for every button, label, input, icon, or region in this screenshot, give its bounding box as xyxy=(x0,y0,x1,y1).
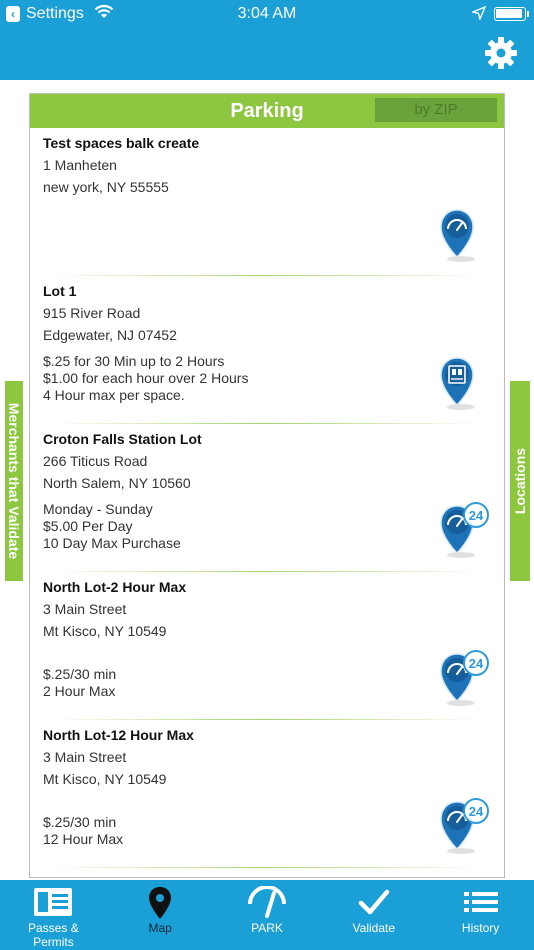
parking-panel: Parking by ZIP Test spaces balk create 1 … xyxy=(29,93,505,878)
location-rate-line: $.25/30 min xyxy=(43,666,117,682)
pay-station-marker-icon-graphic xyxy=(440,357,475,410)
location-city: Mt Kisco, NY 10549 xyxy=(43,623,167,639)
location-rate-line: 2 Hour Max xyxy=(43,683,116,699)
location-city: new york, NY 55555 xyxy=(43,179,169,195)
tab-park-label: PARK xyxy=(251,921,283,935)
location-name: North Lot-12 Hour Max xyxy=(43,727,194,743)
locations-side-tab[interactable]: Locations xyxy=(510,381,530,581)
tab-validate[interactable]: Validate xyxy=(320,880,427,950)
location-rate-line: $5.00 Per Day xyxy=(43,518,133,534)
list-icon xyxy=(463,892,498,912)
location-rate-line: 12 Hour Max xyxy=(43,831,124,847)
tab-map-label: Map xyxy=(148,921,172,935)
location-address: 3 Main Street xyxy=(43,601,127,617)
tab-history-label: History xyxy=(461,921,500,935)
tab-history[interactable]: History xyxy=(427,880,534,950)
location-name: Test spaces balk create xyxy=(43,135,200,151)
tab-passes-label-text: Passes & Permits xyxy=(28,921,79,949)
location-city: North Salem, NY 10560 xyxy=(43,475,191,491)
tab-park[interactable]: PARK xyxy=(214,880,321,950)
merchants-side-tab[interactable]: Merchants that Validate xyxy=(5,381,23,581)
location-address: 3 Main Street xyxy=(43,749,127,765)
location-arrow-icon xyxy=(472,6,486,20)
gauge-marker-icon-graphic xyxy=(440,209,475,262)
status-bar: ‹ Settings 3:04 AM xyxy=(0,0,534,28)
location-rate-line: $1.00 for each hour over 2 Hours xyxy=(43,370,249,386)
gauge-24-marker-icon-graphic: 24 xyxy=(440,650,489,706)
location-rate-line: Monday - Sunday xyxy=(43,501,153,517)
status-time: 3:04 AM xyxy=(237,5,297,22)
location-entry[interactable]: North Lot-12 Hour Max 3 Main Street Mt Kis… xyxy=(30,720,504,868)
gauge-24-marker-icon-graphic: 24 xyxy=(440,798,489,854)
location-list: Test spaces balk create 1 Manheten new yor… xyxy=(30,128,504,868)
location-rate-line: 4 Hour max per space. xyxy=(43,387,185,403)
gauge-24-marker-icon[interactable]: 24 xyxy=(437,501,497,561)
gauge-24-marker-icon[interactable]: 24 xyxy=(437,649,497,709)
top-bar: ‹ Settings 3:04 AM xyxy=(0,0,534,80)
tab-passes-label: Passes & Permits xyxy=(0,921,107,949)
locations-side-tab-label: Locations xyxy=(512,447,528,515)
by-zip-button[interactable]: by ZIP xyxy=(375,98,497,122)
gauge-24-marker-icon-graphic: 24 xyxy=(440,502,489,558)
merchants-side-tab-label: Merchants that Validate xyxy=(6,402,22,560)
svg-text:24: 24 xyxy=(469,804,484,819)
park-gauge-icon xyxy=(247,886,286,918)
svg-text:24: 24 xyxy=(469,656,484,671)
gauge-24-marker-icon[interactable]: 24 xyxy=(437,797,497,857)
location-entry[interactable]: North Lot-2 Hour Max 3 Main Street Mt Kisc… xyxy=(30,572,504,720)
location-entry[interactable]: Croton Falls Station Lot 266 Titicus Road… xyxy=(30,424,504,572)
svg-text:24: 24 xyxy=(469,508,484,523)
location-address: 266 Titicus Road xyxy=(43,453,148,469)
tab-validate-label: Validate xyxy=(352,921,396,935)
location-address: 915 River Road xyxy=(43,305,141,321)
bottom-tab-bar: Passes & Permits Map PARK Validate Histo… xyxy=(0,880,534,950)
location-city: Mt Kisco, NY 10549 xyxy=(43,771,167,787)
location-name: North Lot-2 Hour Max xyxy=(43,579,187,595)
pay-station-marker-icon[interactable] xyxy=(437,353,497,413)
battery-icon xyxy=(494,7,526,21)
location-city: Edgewater, NJ 07452 xyxy=(43,327,177,343)
battery-tip xyxy=(527,11,529,17)
panel-header: Parking by ZIP xyxy=(30,94,504,128)
location-rate-line: 10 Day Max Purchase xyxy=(43,535,181,551)
location-entry[interactable]: Test spaces balk create 1 Manheten new yor… xyxy=(30,128,504,276)
location-rate-line: $.25/30 min xyxy=(43,814,117,830)
tab-passes-permits[interactable]: Passes & Permits xyxy=(0,880,107,950)
tab-map[interactable]: Map xyxy=(107,880,214,950)
location-address: 1 Manheten xyxy=(43,157,117,173)
location-name: Lot 1 xyxy=(43,283,77,299)
gear-icon[interactable] xyxy=(484,36,518,70)
passes-icon xyxy=(34,888,73,916)
gauge-marker-icon[interactable] xyxy=(437,205,497,265)
map-pin-icon xyxy=(149,887,172,919)
location-name: Croton Falls Station Lot xyxy=(43,431,202,447)
checkmark-icon xyxy=(358,889,390,915)
location-entry[interactable]: Lot 1 915 River Road Edgewater, NJ 07452 $.… xyxy=(30,276,504,424)
location-rate-line: $.25 for 30 Min up to 2 Hours xyxy=(43,353,225,369)
